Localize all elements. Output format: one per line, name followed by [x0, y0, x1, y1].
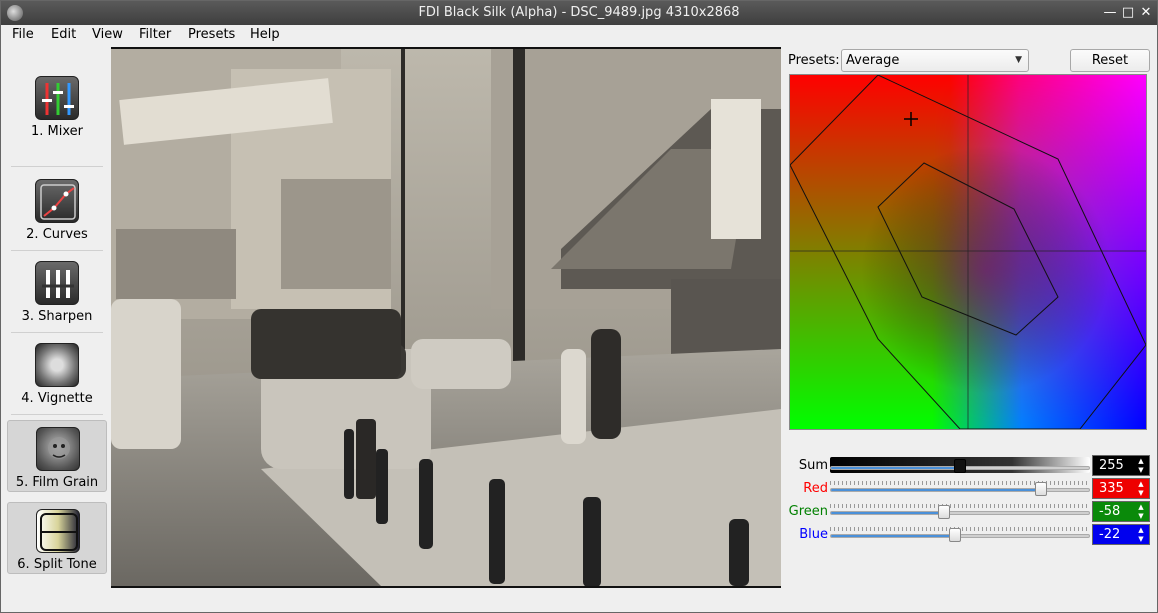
slider-label: Red — [803, 481, 828, 496]
spin-arrows-icon[interactable]: ▲ ▼ — [1135, 480, 1147, 498]
tool-split-tone[interactable]: 6. Split Tone — [7, 502, 107, 574]
slider-label: Sum — [798, 458, 828, 473]
photo-preview — [111, 49, 781, 586]
presets-combo-value: Average — [846, 53, 900, 68]
tool-label: 1. Mixer — [31, 124, 83, 139]
tool-label: 6. Split Tone — [17, 557, 97, 572]
slider-label: Blue — [799, 527, 828, 542]
vignette-icon — [35, 343, 79, 387]
film-grain-icon — [36, 427, 80, 471]
tool-sharpen[interactable]: 3. Sharpen — [7, 255, 107, 327]
window-title: FDI Black Silk (Alpha) - DSC_9489.jpg 43… — [418, 5, 740, 20]
tool-sidebar: 1. Mixer 2. Curves 3. Sharpen 4. Vignett… — [7, 48, 107, 588]
menu-edit[interactable]: Edit — [51, 27, 76, 42]
mixer-panel: Presets: Average ▼ Reset Sum 255 ▲ ▼ Red… — [785, 48, 1153, 588]
green-spinbox[interactable]: -58 ▲ ▼ — [1092, 501, 1150, 522]
title-bar: FDI Black Silk (Alpha) - DSC_9489.jpg 43… — [1, 1, 1157, 25]
close-icon[interactable]: ✕ — [1137, 4, 1155, 22]
slider-fill — [831, 489, 1040, 491]
spin-arrows-icon[interactable]: ▲ ▼ — [1135, 457, 1147, 475]
divider — [11, 250, 103, 251]
slider-handle[interactable] — [948, 528, 961, 542]
maximize-icon[interactable]: □ — [1119, 4, 1137, 22]
image-canvas[interactable] — [111, 47, 781, 588]
slider-row-red: Red 335 ▲ ▼ — [785, 478, 1153, 501]
slider-handle[interactable] — [1034, 482, 1047, 496]
tool-label: 2. Curves — [26, 227, 88, 242]
menu-filter[interactable]: Filter — [139, 27, 171, 42]
blue-spinbox[interactable]: -22 ▲ ▼ — [1092, 524, 1150, 545]
slider-ticks — [830, 481, 1090, 485]
color-mixer-map[interactable] — [789, 74, 1147, 430]
slider-fill — [831, 467, 960, 469]
slider-handle[interactable] — [938, 505, 951, 519]
divider — [11, 332, 103, 333]
slider-handle[interactable] — [954, 459, 966, 473]
tool-curves[interactable]: 2. Curves — [7, 173, 107, 245]
slider-row-blue: Blue -22 ▲ ▼ — [785, 524, 1153, 547]
spinbox-value: 255 — [1099, 458, 1124, 473]
spinbox-value: -22 — [1099, 527, 1121, 542]
tool-film-grain[interactable]: 5. Film Grain — [7, 420, 107, 492]
chevron-down-icon: ▼ — [1015, 55, 1022, 65]
slider-row-green: Green -58 ▲ ▼ — [785, 501, 1153, 524]
sharpen-icon — [35, 261, 79, 305]
app-window: FDI Black Silk (Alpha) - DSC_9489.jpg 43… — [0, 0, 1158, 613]
menu-view[interactable]: View — [92, 27, 123, 42]
slider-track[interactable] — [830, 511, 1090, 515]
slider-fill — [831, 512, 945, 514]
menu-help[interactable]: Help — [250, 27, 280, 42]
divider — [11, 414, 103, 415]
curves-icon — [35, 179, 79, 223]
tool-label: 3. Sharpen — [21, 309, 93, 324]
tool-mixer[interactable]: 1. Mixer — [7, 70, 107, 142]
sum-spinbox[interactable]: 255 ▲ ▼ — [1092, 455, 1150, 476]
presets-combo[interactable]: Average ▼ — [841, 49, 1029, 72]
slider-fill — [831, 535, 955, 537]
tool-label: 5. Film Grain — [15, 475, 99, 490]
presets-label: Presets: — [788, 53, 840, 68]
menu-bar: File Edit View Filter Presets Help — [1, 25, 1157, 46]
slider-ticks — [830, 504, 1090, 508]
slider-label: Green — [788, 504, 828, 519]
menu-presets[interactable]: Presets — [188, 27, 235, 42]
red-spinbox[interactable]: 335 ▲ ▼ — [1092, 478, 1150, 499]
divider — [11, 166, 103, 167]
spin-arrows-icon[interactable]: ▲ ▼ — [1135, 526, 1147, 544]
reset-button[interactable]: Reset — [1070, 49, 1150, 72]
tool-vignette[interactable]: 4. Vignette — [7, 337, 107, 409]
spinbox-value: -58 — [1099, 504, 1121, 519]
slider-row-sum: Sum 255 ▲ ▼ — [785, 455, 1153, 478]
spin-arrows-icon[interactable]: ▲ ▼ — [1135, 503, 1147, 521]
slider-track[interactable] — [830, 488, 1090, 492]
mixer-icon — [35, 76, 79, 120]
tool-label: 4. Vignette — [21, 391, 93, 406]
minimize-icon[interactable]: — — [1101, 4, 1119, 22]
split-tone-icon — [36, 509, 80, 553]
menu-file[interactable]: File — [12, 27, 34, 42]
spinbox-value: 335 — [1099, 481, 1124, 496]
